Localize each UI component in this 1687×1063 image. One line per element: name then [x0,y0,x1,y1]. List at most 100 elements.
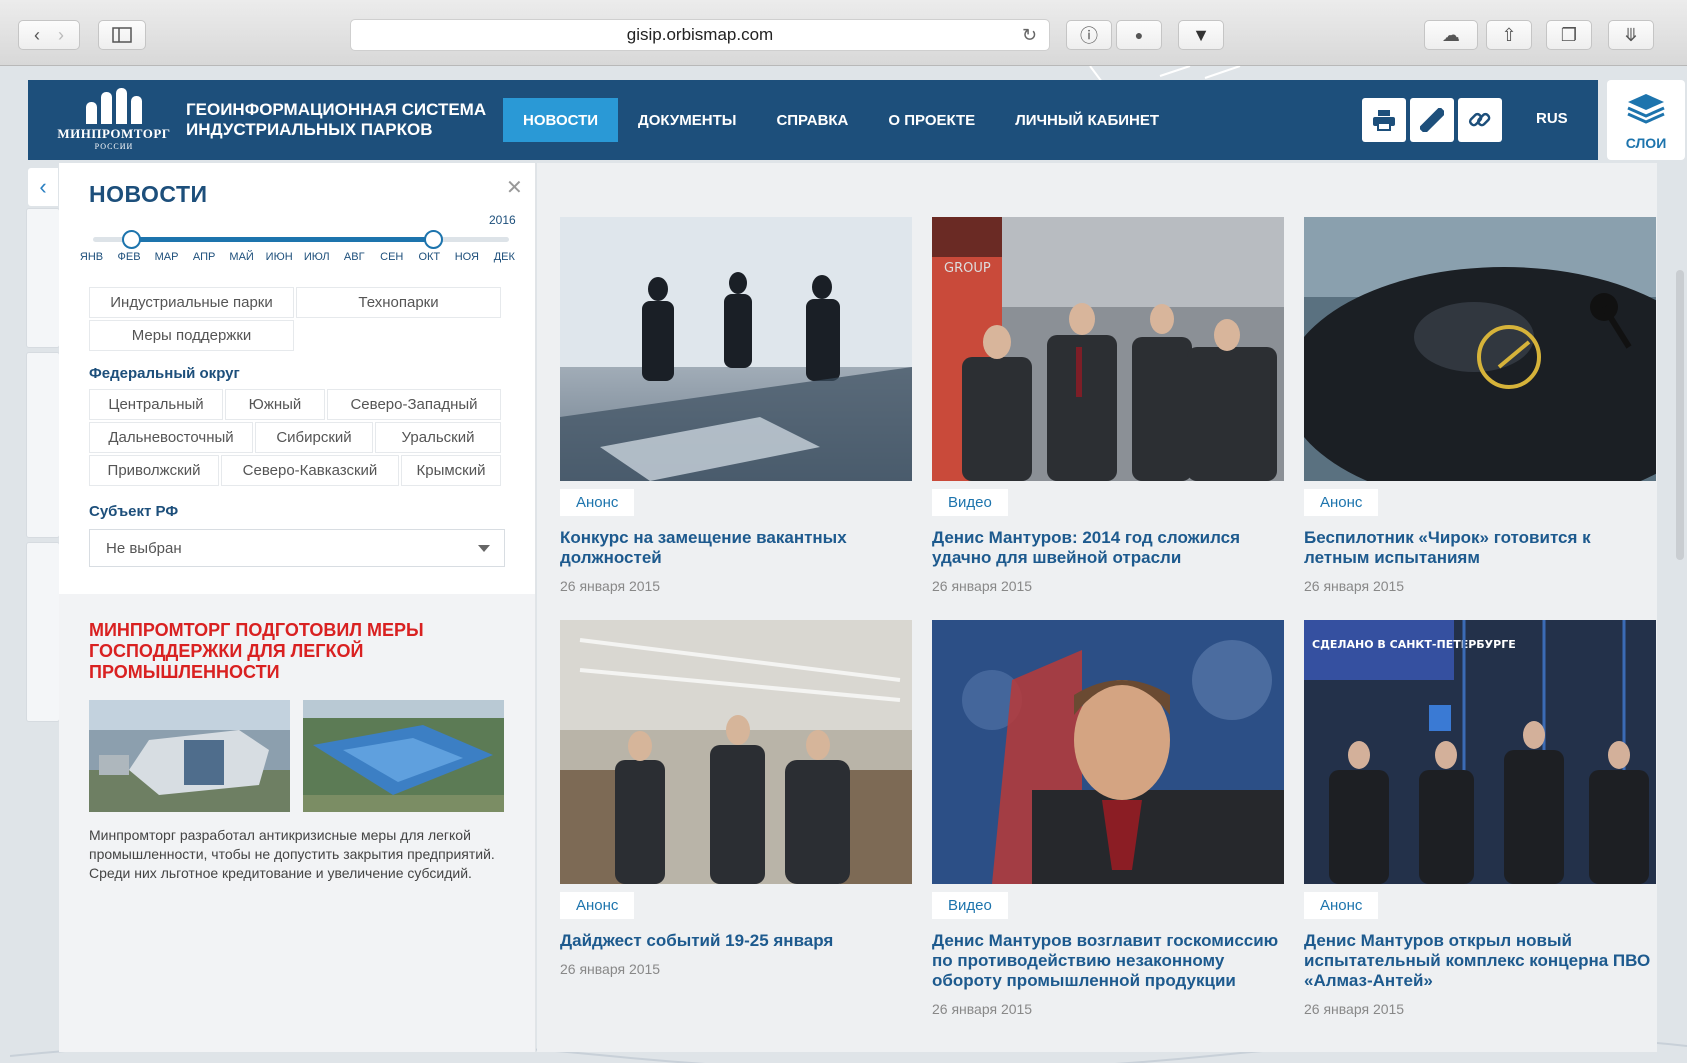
page-scrollbar[interactable] [1676,270,1684,560]
featured-image-building[interactable] [89,700,290,812]
slider-handle-start[interactable] [121,230,141,249]
district-crimea[interactable]: Крымский [401,455,501,486]
news-card[interactable]: GROUP Видео Денис Мантуров: 2014 год сло… [932,217,1284,594]
news-card[interactable]: Видео Денис Мантуров возглавит госкомисс… [932,620,1284,1017]
month-range-slider[interactable] [93,230,509,249]
nav-help[interactable]: СПРАВКА [756,98,868,142]
month-label[interactable]: МАР [148,251,185,263]
district-volga[interactable]: Приволжский [89,455,219,486]
month-label[interactable]: НОЯ [448,251,485,263]
news-tag[interactable]: Анонс [1304,489,1379,516]
news-card[interactable]: Анонс Конкурс на замещение вакантных дол… [560,217,912,594]
logo-emblem [48,88,180,124]
news-image[interactable]: СДЕЛАНО В САНКТ-ПЕТЕРБУРГЕ [1304,620,1656,884]
month-label[interactable]: СЕН [373,251,410,263]
month-label[interactable]: МАЙ [223,251,260,263]
tabs-button[interactable]: ❐ [1546,20,1592,50]
news-image[interactable] [560,217,912,481]
ruler-icon [1420,108,1444,132]
news-tag[interactable]: Анонс [560,489,635,516]
news-tag[interactable]: Анонс [560,892,635,919]
news-image[interactable] [1304,217,1656,481]
news-image[interactable] [932,620,1284,884]
news-image[interactable]: GROUP [932,217,1284,481]
month-label[interactable]: АВГ [336,251,373,263]
downloads-button[interactable]: ⤋ [1608,20,1654,50]
nav-about[interactable]: О ПРОЕКТЕ [868,98,995,142]
print-button[interactable] [1362,98,1406,142]
news-title[interactable]: Конкурс на замещение вакантных должносте… [560,528,912,568]
filter-industrial-parks[interactable]: Индустриальные парки [89,287,294,318]
news-title[interactable]: Денис Мантуров открыл новый испытательны… [1304,931,1656,991]
system-title-line2: ИНДУСТРИАЛЬНЫХ ПАРКОВ [186,120,433,139]
month-label[interactable]: ИЮН [261,251,298,263]
news-card[interactable]: Анонс Беспилотник «Чирок» готовится к ле… [1304,217,1656,594]
news-card[interactable]: СДЕЛАНО В САНКТ-ПЕТЕРБУРГЕ Анонс Денис М… [1304,620,1656,1017]
share-button[interactable]: ⇧ [1486,20,1532,50]
close-icon[interactable]: ✕ [506,175,523,200]
month-label[interactable]: ЯНВ [73,251,110,263]
info-extension-button[interactable]: ⓘ [1066,20,1112,50]
back-icon[interactable]: ‹ [34,25,40,46]
panel-title: НОВОСТИ [89,181,208,207]
district-ural[interactable]: Уральский [375,422,501,453]
nav-news[interactable]: НОВОСТИ [503,98,619,142]
cloud-button[interactable]: ☁ [1424,20,1478,50]
address-bar[interactable]: gisip.orbismap.com ↻ [350,19,1050,51]
forward-icon[interactable]: › [58,25,64,46]
news-tag[interactable]: Видео [932,489,1008,516]
news-grid: Анонс Конкурс на замещение вакантных дол… [537,163,1657,1052]
district-northwest[interactable]: Северо-Западный [327,389,501,420]
layers-button[interactable]: СЛОИ [1607,80,1685,160]
rail-panel [26,542,60,722]
news-date: 26 января 2015 [932,1001,1033,1017]
pocket-icon: ▼ [1192,24,1210,45]
news-image[interactable] [560,620,912,884]
reload-icon[interactable]: ↻ [1022,25,1037,46]
district-north-caucasus[interactable]: Северо-Кавказский [221,455,399,486]
news-title[interactable]: Дайджест событий 19-25 января [560,931,912,951]
nav-account[interactable]: ЛИЧНЫЙ КАБИНЕТ [995,98,1179,142]
slider-handle-end[interactable] [424,230,444,249]
back-forward-buttons[interactable]: ‹ › [18,20,80,50]
share-icon: ⇧ [1501,24,1517,45]
nav-documents[interactable]: ДОКУМЕНТЫ [618,98,756,142]
month-label[interactable]: АПР [186,251,223,263]
rail-panel [26,352,60,538]
news-title[interactable]: Денис Мантуров: 2014 год сложился удачно… [932,528,1284,568]
language-switch[interactable]: RUS [1536,110,1568,127]
filter-technoparks[interactable]: Технопарки [296,287,501,318]
main-nav: НОВОСТИ ДОКУМЕНТЫ СПРАВКА О ПРОЕКТЕ ЛИЧН… [503,98,1179,142]
cloud-icon: ☁ [1442,24,1460,45]
news-title[interactable]: Денис Мантуров возглавит госкомиссию по … [932,931,1284,991]
month-label[interactable]: ДЕК [486,251,523,263]
news-card[interactable]: Анонс Дайджест событий 19-25 января 26 я… [560,620,912,977]
featured-image-industrial-park[interactable] [303,700,504,812]
collapse-panel-button[interactable]: ‹ [28,168,58,206]
dropdown-arrow-icon [478,545,490,552]
ministry-logo[interactable]: МИНПРОМТОРГ РОССИИ [48,88,180,152]
evernote-extension-button[interactable]: ● [1116,20,1162,50]
ruler-button[interactable] [1410,98,1454,142]
subject-select[interactable]: Не выбран [89,529,505,567]
district-siberia[interactable]: Сибирский [255,422,373,453]
print-icon [1373,110,1395,131]
news-title[interactable]: Беспилотник «Чирок» готовится к летным и… [1304,528,1656,568]
district-central[interactable]: Центральный [89,389,223,420]
featured-title[interactable]: МИНПРОМТОРГ ПОДГОТОВИЛ МЕРЫ ГОСПОДДЕРЖКИ… [89,620,509,683]
link-button[interactable] [1458,98,1502,142]
sidebar-toggle-button[interactable] [98,20,146,50]
chevron-left-icon: ‹ [39,174,47,199]
district-far-east[interactable]: Дальневосточный [89,422,253,453]
logo-subtitle: РОССИИ [94,142,134,151]
link-icon [1468,112,1491,127]
news-tag[interactable]: Видео [932,892,1008,919]
subject-label: Субъект РФ [89,503,179,520]
news-tag[interactable]: Анонс [1304,892,1379,919]
district-south[interactable]: Южный [225,389,325,420]
month-label[interactable]: ОКТ [411,251,448,263]
month-label[interactable]: ИЮЛ [298,251,335,263]
filter-support-measures[interactable]: Меры поддержки [89,320,294,351]
month-label[interactable]: ФЕВ [111,251,148,263]
pocket-extension-button[interactable]: ▼ [1178,20,1224,50]
